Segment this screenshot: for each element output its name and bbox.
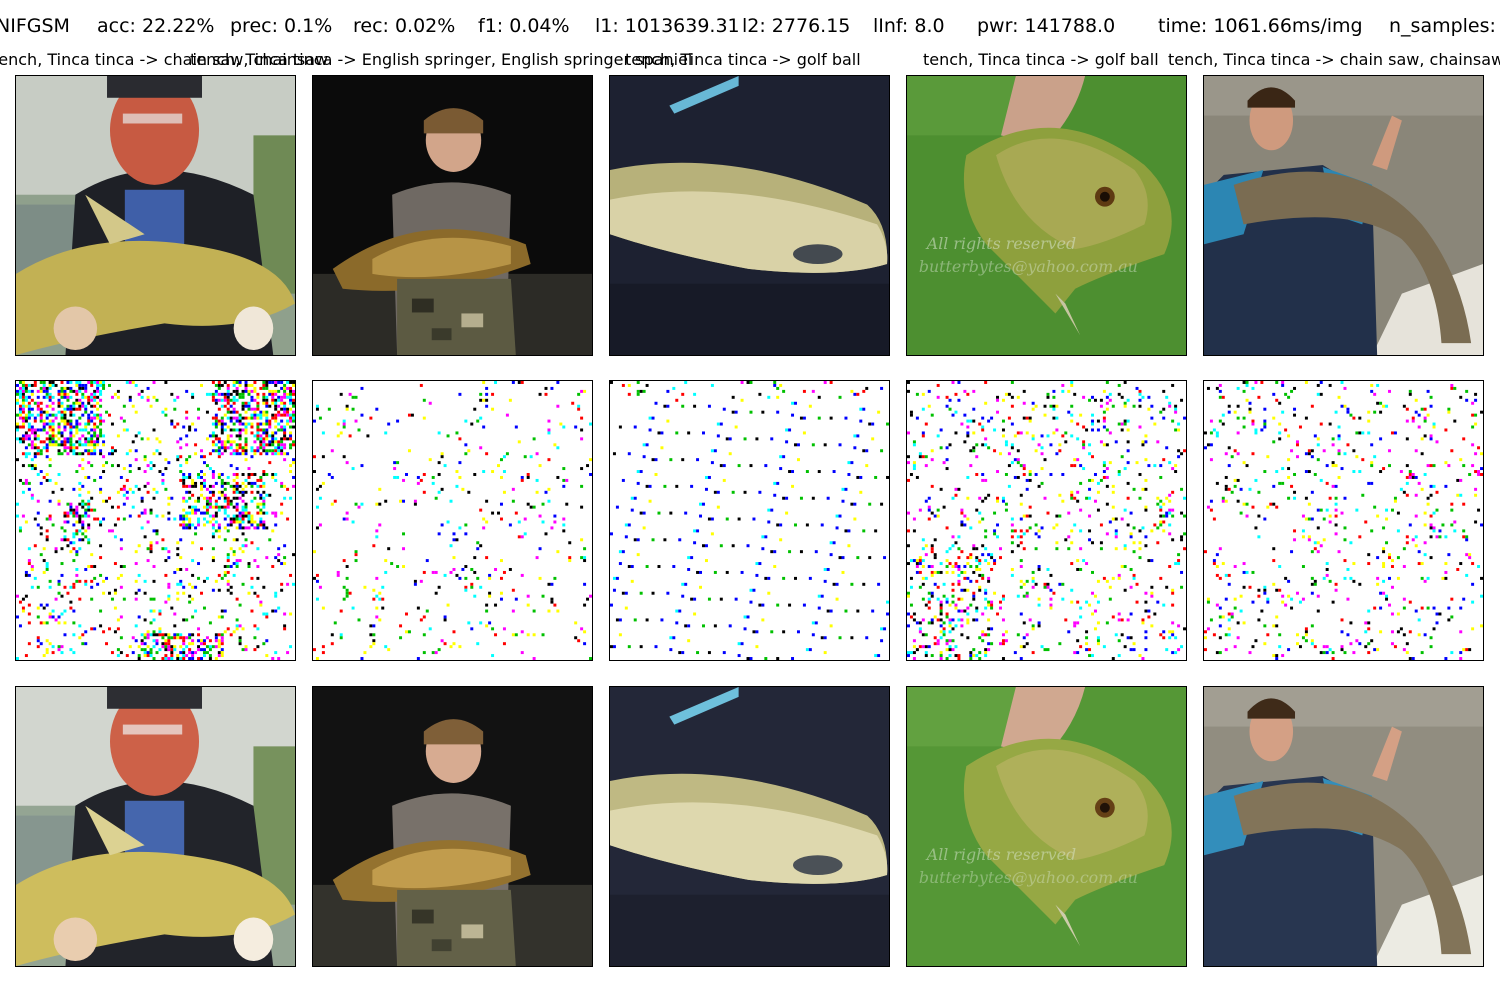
- adversarial-image-1: [15, 686, 296, 967]
- adversarial-image-4: All rights reserved butterbytes@yahoo.co…: [906, 686, 1187, 967]
- perturbation-map-2: [312, 380, 593, 661]
- svg-text:All rights reserved: All rights reserved: [925, 234, 1076, 253]
- original-image-2: [312, 75, 593, 356]
- original-image-5: [1203, 75, 1484, 356]
- method-name: NIFGSM: [0, 15, 70, 37]
- svg-text:All rights reserved: All rights reserved: [925, 845, 1076, 864]
- n-samples-metric: n_samples:: [1389, 15, 1496, 37]
- perturbation-map-1: [15, 380, 296, 661]
- column-caption: tench, Tinca tinca -> golf ball: [625, 50, 861, 69]
- original-image-3: [609, 75, 890, 356]
- f1-metric: f1: 0.04%: [478, 15, 570, 37]
- perturbation-map-3: [609, 380, 890, 661]
- linf-metric: lInf: 8.0: [873, 15, 945, 37]
- rec-metric: rec: 0.02%: [353, 15, 456, 37]
- acc-metric: acc: 22.22%: [97, 15, 215, 37]
- column-caption: tench, Tinca tinca -> chain saw, chainsa…: [1168, 50, 1500, 69]
- column-caption: tench, Tinca tinca -> English springer, …: [190, 50, 693, 69]
- time-metric: time: 1061.66ms/img: [1158, 15, 1363, 37]
- metrics-header: NIFGSM acc: 22.22% prec: 0.1% rec: 0.02%…: [0, 12, 1500, 40]
- svg-text:butterbytes@yahoo.com.au: butterbytes@yahoo.com.au: [919, 868, 1138, 887]
- prec-metric: prec: 0.1%: [230, 15, 333, 37]
- adversarial-image-2: [312, 686, 593, 967]
- original-image-1: [15, 75, 296, 356]
- pwr-metric: pwr: 141788.0: [977, 15, 1116, 37]
- perturbation-map-5: [1203, 380, 1484, 661]
- adversarial-image-5: [1203, 686, 1484, 967]
- original-image-4: All rights reserved butterbytes@yahoo.co…: [906, 75, 1187, 356]
- svg-text:butterbytes@yahoo.com.au: butterbytes@yahoo.com.au: [919, 257, 1138, 276]
- l2-metric: l2: 2776.15: [742, 15, 851, 37]
- l1-metric: l1: 1013639.31: [595, 15, 740, 37]
- adversarial-image-3: [609, 686, 890, 967]
- column-caption: tench, Tinca tinca -> golf ball: [923, 50, 1159, 69]
- perturbation-map-4: [906, 380, 1187, 661]
